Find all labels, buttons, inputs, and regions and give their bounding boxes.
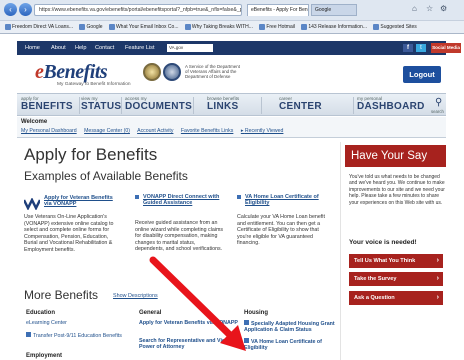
annotation-arrow-icon <box>149 256 246 351</box>
